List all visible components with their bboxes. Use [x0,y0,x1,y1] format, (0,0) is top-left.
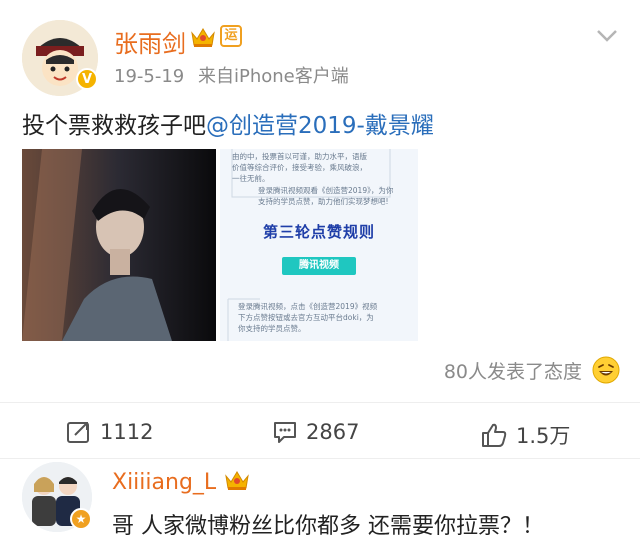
post-image-poster[interactable]: 由的中，投票首以可谨，助力水平，语版 价值等综合评价，接受考验，乘风破浪， 一往… [220,149,418,341]
repost-count: 1112 [100,420,154,444]
commenter-badge-icon: ★ [70,508,92,530]
comment-count: 2867 [306,420,360,444]
comment-button[interactable]: 2867 [272,420,359,444]
like-button[interactable]: 1.5万 [480,420,570,450]
thumbs-up-icon [482,423,507,447]
repost-icon [67,422,89,443]
poster-instruction-2: 登录腾讯视频，点击《创造营2019》视频 下方点赞按钮或去官方互动平台doki，… [238,301,377,334]
post-source: 来自iPhone客户端 [198,66,349,87]
post-text: 投个票救救孩子吧@创造营2019-戴景耀 [22,106,434,140]
post-meta: 19-5-19 来自iPhone客户端 [114,62,349,88]
vip-level-badge: 运 [220,25,242,47]
vip-crown-icon [224,468,250,492]
divider [0,402,640,403]
poster-line: 价值等综合评价，接受考验，乘风破浪， [232,163,367,172]
vip-crown-icon [190,25,216,49]
poster-intro: 由的中，投票首以可谨，助力水平，语版 价值等综合评价，接受考验，乘风破浪， 一往… [232,151,367,184]
mention-link[interactable]: @创造营2019-戴景耀 [206,113,434,139]
verified-badge-icon: V [76,68,98,90]
laughing-emoji-icon [592,356,620,384]
post-author-name[interactable]: 张雨剑 [114,24,186,59]
poster-line: 下方点赞按钮或去官方互动平台doki，为 [238,313,374,322]
like-count: 1.5万 [516,424,571,448]
reactions-count[interactable]: 80人发表了态度 [444,357,582,384]
poster-line: 支持的学员点赞，助力他们实现梦想吧! [258,197,389,206]
post-image-photo[interactable] [22,149,216,341]
poster-line: 由的中，投票首以可谨，助力水平，语版 [232,152,367,161]
comment-text: 哥 人家微博粉丝比你都多 还需要你拉票？！ [112,514,544,539]
poster-heading: 第三轮点赞规则 [262,223,375,241]
poster-instruction-1: 登录腾讯视频观看《创造营2019》，为你 支持的学员点赞，助力他们实现梦想吧! [258,185,393,207]
poster-line: 登录腾讯视频，点击《创造营2019》视频 [238,302,378,311]
poster-line: 一往无前。 [232,174,270,183]
comment-icon [274,422,296,443]
poster-line: 你支持的学员点赞。 [238,324,306,333]
poster-line: 登录腾讯视频观看《创造营2019》，为你 [258,186,394,195]
chevron-down-icon[interactable] [596,28,618,42]
post-date: 19-5-19 [114,66,185,87]
repost-button[interactable]: 1112 [66,420,153,444]
divider [0,458,640,459]
tencent-video-button[interactable]: 腾讯视频 [282,257,356,275]
post-body: 投个票救救孩子吧 [22,113,206,139]
commenter-name[interactable]: Xiiiiang_L [112,470,216,495]
